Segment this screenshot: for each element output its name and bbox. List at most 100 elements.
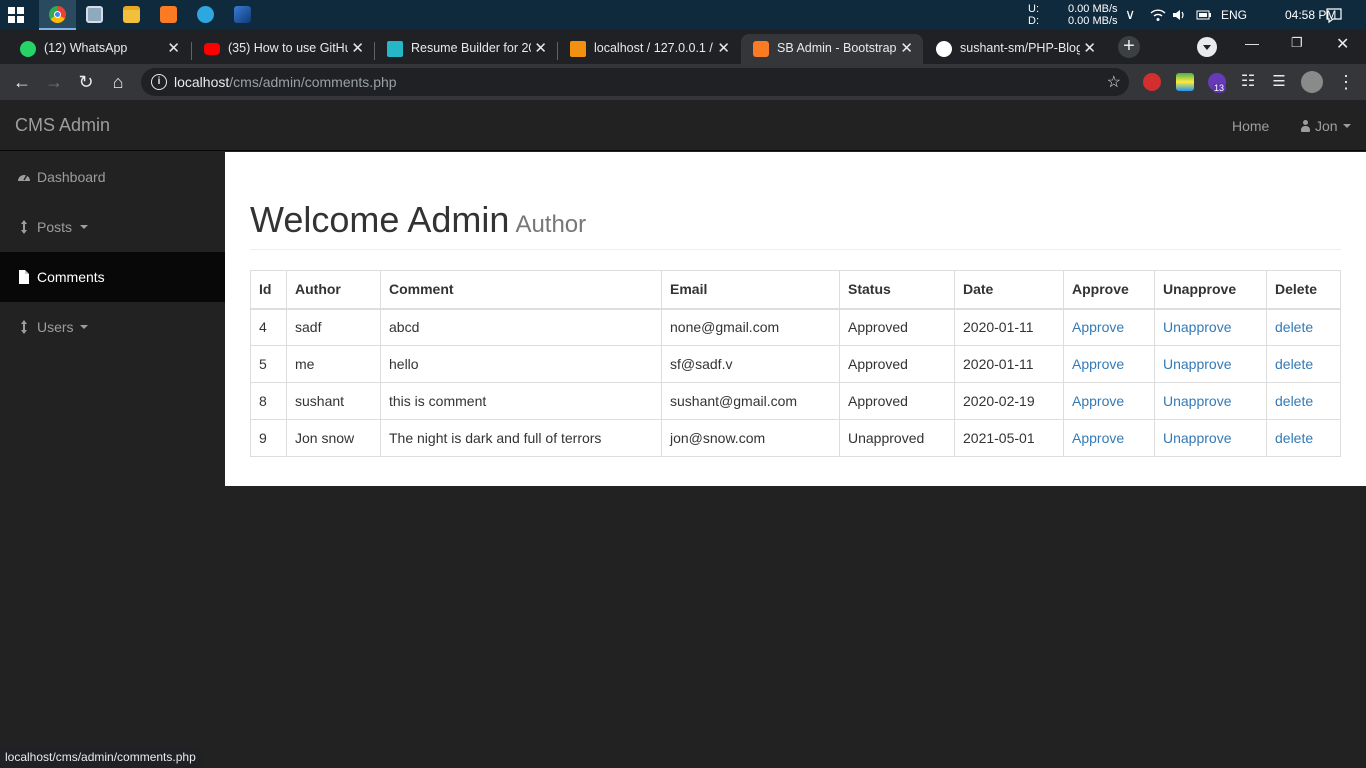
taskbar-telegram-icon[interactable] — [187, 0, 224, 30]
battery-icon[interactable] — [1196, 7, 1212, 23]
close-icon[interactable]: ✕ — [167, 39, 180, 57]
tab-whatsapp[interactable]: (12) WhatsApp ✕ — [8, 34, 190, 64]
menu-dots-icon[interactable]: ⋮ — [1334, 70, 1358, 94]
unapprove-link[interactable]: Unapprove — [1163, 430, 1232, 446]
taskbar-app-icon[interactable] — [224, 0, 261, 30]
delete-link[interactable]: delete — [1275, 430, 1313, 446]
sidebar-item-posts[interactable]: Posts — [0, 202, 225, 252]
nav-home-link[interactable]: Home — [1232, 118, 1269, 134]
close-icon[interactable]: ✕ — [717, 39, 730, 57]
main-content: Welcome Admin Author Id Author Comment Em… — [225, 152, 1366, 486]
close-icon[interactable]: ✕ — [1083, 39, 1096, 57]
caret-down-icon — [80, 225, 88, 229]
column-header: Date — [954, 270, 1064, 310]
sidebar-item-users[interactable]: Users — [0, 302, 225, 352]
close-icon[interactable]: ✕ — [534, 39, 547, 57]
tab-title: sushant-sm/PHP-Blogging — [960, 41, 1080, 55]
reload-icon[interactable]: ↻ — [74, 70, 98, 94]
site-info-icon[interactable]: i — [151, 74, 167, 90]
wifi-icon[interactable] — [1150, 7, 1166, 23]
github-icon — [936, 41, 952, 57]
browser-toolbar: ← → ↻ ⌂ i localhost/cms/admin/comments.p… — [0, 64, 1366, 100]
table-row: 8 sushant this is comment sushant@gmail.… — [250, 382, 1341, 420]
cell-status: Approved — [839, 308, 955, 346]
adblock-icon[interactable] — [1143, 73, 1161, 91]
taskbar-chrome-icon[interactable] — [39, 0, 76, 30]
cell-status: Unapproved — [839, 419, 955, 457]
chevron-down-icon[interactable]: ∨ — [1125, 6, 1135, 23]
cell-comment: hello — [380, 345, 662, 383]
tab-title: (35) How to use GitHub — [228, 41, 348, 55]
windows-start-icon[interactable] — [8, 7, 24, 23]
net-up-label: U: — [1028, 3, 1039, 15]
language-indicator[interactable]: ENG — [1221, 8, 1247, 22]
browser-tab-strip: (12) WhatsApp ✕ (35) How to use GitHub ✕… — [0, 30, 1366, 64]
caret-down-icon — [1342, 124, 1351, 128]
cell-date: 2021-05-01 — [954, 419, 1064, 457]
restore-icon[interactable]: ❐ — [1291, 35, 1303, 51]
delete-link[interactable]: delete — [1275, 319, 1313, 335]
tab-title: SB Admin - Bootstrap Admin — [777, 41, 897, 55]
approve-link[interactable]: Approve — [1072, 356, 1124, 372]
delete-link[interactable]: delete — [1275, 356, 1313, 372]
arrows-v-icon — [21, 320, 27, 334]
close-icon[interactable]: ✕ — [351, 39, 364, 57]
cell-status: Approved — [839, 345, 955, 383]
tab-resume-builder[interactable]: Resume Builder for 2021 ✕ — [375, 34, 557, 64]
home-icon[interactable]: ⌂ — [106, 70, 130, 94]
cell-comment: The night is dark and full of terrors — [380, 419, 662, 457]
page-subtitle: Author — [515, 211, 587, 238]
puzzle-icon[interactable]: ☷ — [1236, 70, 1260, 94]
comments-table: Id Author Comment Email Status Date Appr… — [250, 270, 1341, 457]
column-header: Approve — [1063, 270, 1155, 310]
forward-icon[interactable]: → — [42, 70, 66, 94]
cell-id: 5 — [250, 345, 287, 383]
column-header: Delete — [1266, 270, 1341, 310]
approve-link[interactable]: Approve — [1072, 430, 1124, 446]
taskbar-photos-icon[interactable] — [76, 0, 113, 30]
unapprove-link[interactable]: Unapprove — [1163, 319, 1232, 335]
top-navbar: CMS Admin Home Jon — [0, 100, 1366, 151]
cell-comment: this is comment — [380, 382, 662, 420]
user-dropdown[interactable]: Jon — [1300, 118, 1351, 134]
unapprove-link[interactable]: Unapprove — [1163, 356, 1232, 372]
cell-email: sushant@gmail.com — [661, 382, 840, 420]
tab-youtube[interactable]: (35) How to use GitHub ✕ — [192, 34, 374, 64]
tab-title: Resume Builder for 2021 — [411, 41, 531, 55]
notifications-icon[interactable] — [1325, 6, 1343, 24]
taskbar-file-explorer-icon[interactable] — [113, 0, 150, 30]
address-bar[interactable]: i localhost/cms/admin/comments.php ☆ — [141, 68, 1129, 96]
new-tab-button[interactable]: + — [1118, 36, 1140, 58]
taskbar-xampp-icon[interactable] — [150, 0, 187, 30]
media-icon[interactable]: ☰ — [1267, 70, 1291, 94]
close-window-icon[interactable]: ✕ — [1336, 34, 1349, 54]
profile-avatar[interactable] — [1301, 71, 1323, 93]
column-header: Email — [661, 270, 840, 310]
tab-search-button[interactable] — [1197, 37, 1217, 57]
tab-github[interactable]: sushant-sm/PHP-Blogging ✕ — [924, 34, 1106, 64]
minimize-icon[interactable]: — — [1245, 35, 1259, 51]
column-header: Status — [839, 270, 955, 310]
brand-link[interactable]: CMS Admin — [15, 115, 110, 136]
extension-icon[interactable] — [1176, 73, 1194, 91]
youtube-icon — [204, 43, 220, 55]
unapprove-link[interactable]: Unapprove — [1163, 393, 1232, 409]
close-icon[interactable]: ✕ — [900, 39, 913, 57]
approve-link[interactable]: Approve — [1072, 393, 1124, 409]
volume-icon[interactable] — [1171, 7, 1187, 23]
tab-sb-admin[interactable]: SB Admin - Bootstrap Admin ✕ — [741, 34, 923, 64]
tab-phpmyadmin[interactable]: localhost / 127.0.0.1 / cms ✕ — [558, 34, 740, 64]
bookmark-star-icon[interactable]: ☆ — [1107, 72, 1121, 92]
extension-badge-icon[interactable]: 13 — [1208, 73, 1227, 93]
url-text[interactable]: localhost/cms/admin/comments.php — [174, 74, 397, 90]
windows-taskbar: U: D: 0.00 MB/s 0.00 MB/s ∨ ENG 04:58 PM — [0, 0, 1366, 30]
delete-link[interactable]: delete — [1275, 393, 1313, 409]
cell-author: sadf — [286, 308, 381, 346]
cell-author: sushant — [286, 382, 381, 420]
page: CMS Admin Home Jon Dashboard Posts Comme… — [0, 100, 1366, 768]
back-icon[interactable]: ← — [10, 70, 34, 94]
sidebar-item-dashboard[interactable]: Dashboard — [0, 152, 225, 202]
phpmyadmin-icon — [570, 41, 586, 57]
sidebar-item-comments[interactable]: Comments — [0, 252, 225, 302]
approve-link[interactable]: Approve — [1072, 319, 1124, 335]
